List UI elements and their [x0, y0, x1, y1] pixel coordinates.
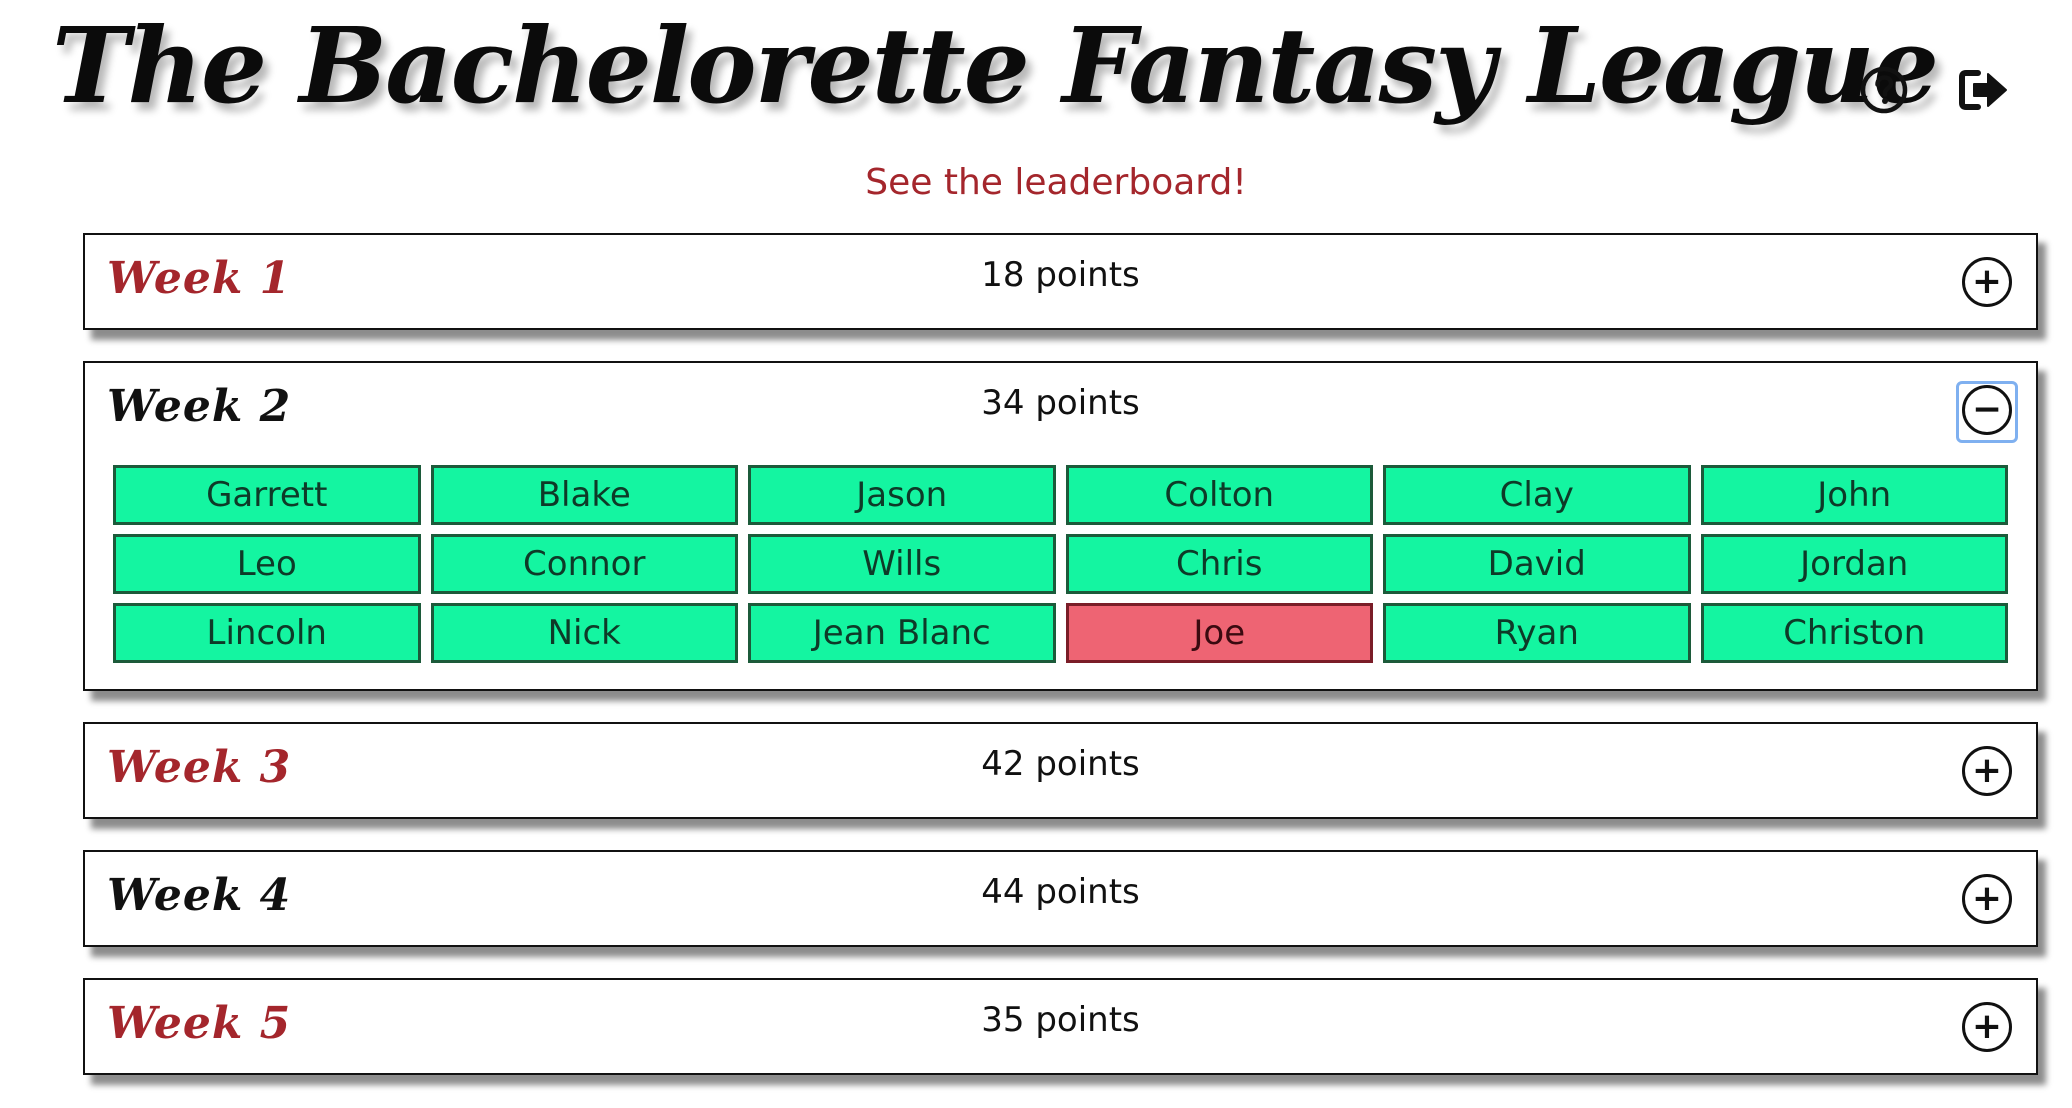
week-points: 18 points [981, 255, 1140, 295]
contestant-chip[interactable]: Jean Blanc [748, 603, 1056, 663]
contestant-chip[interactable]: Jordan [1700, 534, 2008, 594]
collapse-button[interactable]: − [1962, 385, 2012, 435]
contestant-chip[interactable]: Chris [1065, 534, 1373, 594]
week-card-2: Week 2 34 points − Garrett Blake Jason C… [83, 361, 2038, 691]
contestant-chip[interactable]: Christon [1700, 603, 2008, 663]
contestant-chip[interactable]: Colton [1065, 465, 1373, 525]
week-card-1: Week 1 18 points + [83, 233, 2038, 330]
week-card-5: Week 5 35 points + [83, 978, 2038, 1075]
plus-icon: + [1971, 261, 2003, 302]
week-points: 35 points [981, 1000, 1140, 1040]
help-button[interactable] [1858, 64, 1910, 116]
weeks-list: Week 1 18 points + Week 2 34 points − Ga… [83, 233, 2038, 1106]
contestant-chip[interactable]: Blake [430, 465, 738, 525]
logout-button[interactable] [1958, 64, 2010, 116]
expand-button[interactable]: + [1962, 257, 2012, 307]
contestant-chip[interactable]: Leo [113, 534, 421, 594]
week-points: 44 points [981, 872, 1140, 912]
contestant-chip[interactable]: Nick [430, 603, 738, 663]
question-circle-icon [1860, 66, 1908, 114]
contestant-chip[interactable]: Garrett [113, 465, 421, 525]
plus-icon: + [1971, 1006, 2003, 1047]
expand-button[interactable]: + [1962, 1002, 2012, 1052]
week-points: 42 points [981, 744, 1140, 784]
leaderboard-link[interactable]: See the leaderboard! [0, 162, 2072, 203]
contestant-chip[interactable]: Lincoln [113, 603, 421, 663]
contestant-grid: Garrett Blake Jason Colton Clay John Leo… [113, 465, 2008, 663]
contestant-chip-eliminated[interactable]: Joe [1065, 603, 1373, 663]
contestant-chip[interactable]: Jason [748, 465, 1056, 525]
contestant-chip[interactable]: Clay [1383, 465, 1691, 525]
contestant-chip[interactable]: John [1700, 465, 2008, 525]
contestant-chip[interactable]: Wills [748, 534, 1056, 594]
contestant-chip[interactable]: Connor [430, 534, 738, 594]
minus-icon: − [1971, 389, 2003, 430]
week-card-3: Week 3 42 points + [83, 722, 2038, 819]
header-icons [1858, 64, 2010, 116]
sign-out-icon [1959, 70, 2007, 110]
week-card-4: Week 4 44 points + [83, 850, 2038, 947]
page: The Bachelorette Fantasy League See the … [0, 0, 2072, 1108]
site-title: The Bachelorette Fantasy League [52, 4, 1939, 127]
plus-icon: + [1971, 878, 2003, 919]
contestant-chip[interactable]: Ryan [1383, 603, 1691, 663]
week-points: 34 points [981, 383, 1140, 423]
contestant-chip[interactable]: David [1383, 534, 1691, 594]
header: The Bachelorette Fantasy League [0, 0, 2072, 160]
expand-button[interactable]: + [1962, 746, 2012, 796]
plus-icon: + [1971, 750, 2003, 791]
expand-button[interactable]: + [1962, 874, 2012, 924]
